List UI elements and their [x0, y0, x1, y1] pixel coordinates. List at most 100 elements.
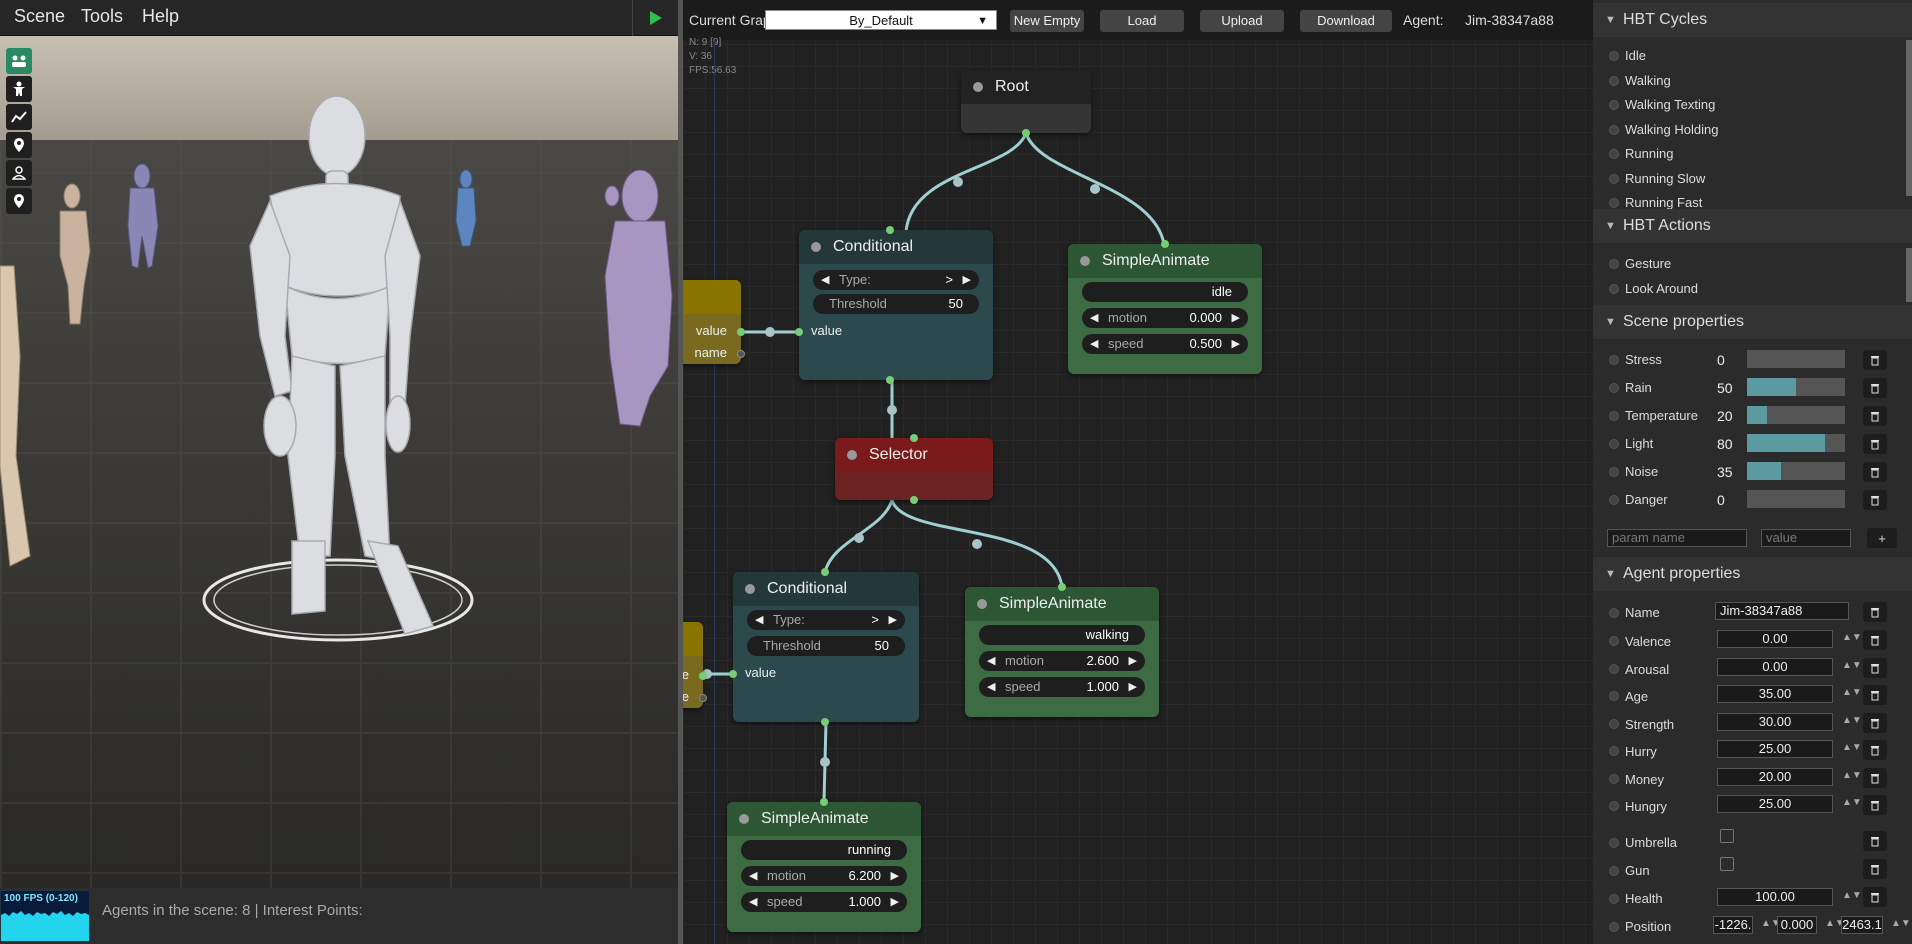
- play-button[interactable]: [632, 0, 678, 36]
- agent-property-input[interactable]: 0.00: [1717, 630, 1833, 648]
- section-scene-properties[interactable]: ▼ Scene properties: [1593, 305, 1912, 339]
- scene-property-slider[interactable]: [1747, 406, 1845, 424]
- radio-button[interactable]: [1609, 801, 1619, 811]
- node-conditional-2[interactable]: Conditional ◀ Type: > ▶ Threshold 50 value: [729, 568, 919, 726]
- position-y-input[interactable]: 0.000: [1777, 916, 1817, 934]
- radio-button[interactable]: [1609, 411, 1619, 421]
- output-port[interactable]: [821, 718, 829, 726]
- delete-button[interactable]: [1863, 434, 1887, 454]
- hbt-cycle-item[interactable]: Walking Texting: [1625, 97, 1715, 112]
- scene-property-slider[interactable]: [1747, 434, 1845, 452]
- hbt-action-item[interactable]: Gesture: [1625, 256, 1671, 271]
- delete-button[interactable]: [1863, 887, 1887, 907]
- hbt-cycle-item[interactable]: Walking Holding: [1625, 122, 1718, 137]
- menu-scene[interactable]: Scene: [14, 6, 65, 27]
- node-param-strength[interactable]: strength value name: [683, 622, 707, 708]
- delete-button[interactable]: [1863, 350, 1887, 370]
- node-param-age[interactable]: age value name: [683, 280, 745, 364]
- section-hbt-cycles[interactable]: ▼ HBT Cycles: [1593, 3, 1912, 37]
- menu-help[interactable]: Help: [142, 6, 179, 27]
- location-tool-button[interactable]: [6, 132, 32, 158]
- output-port[interactable]: [737, 328, 745, 336]
- radio-button[interactable]: [1609, 124, 1619, 135]
- animation-field[interactable]: walking: [979, 625, 1145, 645]
- health-input[interactable]: 100.00: [1717, 888, 1833, 906]
- agent-tool-button[interactable]: [6, 76, 32, 102]
- node-simpleanimate-walking[interactable]: SimpleAnimate walking ◀ motion 2.600 ▶ ◀ spe…: [965, 583, 1159, 717]
- input-port[interactable]: [820, 798, 828, 806]
- user-tool-button[interactable]: [6, 160, 32, 186]
- crowd-tool-button[interactable]: [6, 48, 32, 74]
- node-root[interactable]: Root: [961, 70, 1091, 137]
- path-tool-button[interactable]: [6, 104, 32, 130]
- radio-button[interactable]: [1609, 894, 1619, 904]
- scene-property-slider[interactable]: [1747, 350, 1845, 368]
- speed-slider[interactable]: ◀ speed 0.500 ▶: [1082, 334, 1248, 354]
- radio-button[interactable]: [1609, 691, 1619, 701]
- param-name-input[interactable]: param name: [1607, 529, 1747, 547]
- delete-button[interactable]: [1863, 685, 1887, 705]
- threshold-field[interactable]: Threshold 50: [813, 294, 979, 314]
- agent-property-input[interactable]: 20.00: [1717, 767, 1833, 786]
- radio-button[interactable]: [1609, 173, 1619, 184]
- hbt-cycle-item[interactable]: Running: [1625, 146, 1673, 161]
- radio-button[interactable]: [1609, 663, 1619, 674]
- input-port[interactable]: [821, 568, 829, 576]
- section-hbt-actions[interactable]: ▼ HBT Actions: [1593, 209, 1912, 243]
- motion-slider[interactable]: ◀ motion 6.200 ▶: [741, 866, 907, 886]
- threshold-field[interactable]: Threshold 50: [747, 636, 905, 656]
- spinner-icon[interactable]: ▲▼: [1842, 660, 1862, 671]
- radio-button[interactable]: [1609, 773, 1619, 784]
- radio-button[interactable]: [1609, 495, 1619, 505]
- 3d-scene[interactable]: [0, 36, 678, 944]
- motion-slider[interactable]: ◀ motion 2.600 ▶: [979, 651, 1145, 671]
- delete-button[interactable]: [1863, 462, 1887, 482]
- node-simpleanimate-running[interactable]: SimpleAnimate running ◀ motion 6.200 ▶ ◀ spe…: [727, 798, 921, 932]
- delete-button[interactable]: [1863, 740, 1887, 760]
- spinner-icon[interactable]: ▲▼: [1842, 797, 1862, 808]
- output-port[interactable]: [886, 376, 894, 384]
- output-port[interactable]: [910, 496, 918, 504]
- gun-checkbox[interactable]: [1720, 857, 1734, 871]
- agent-name-input[interactable]: Jim-38347a88: [1715, 602, 1849, 620]
- delete-button[interactable]: [1863, 795, 1887, 815]
- speed-slider[interactable]: ◀ speed 1.000 ▶: [979, 677, 1145, 697]
- spinner-icon[interactable]: ▲▼: [1842, 632, 1862, 643]
- input-port[interactable]: [729, 670, 737, 678]
- animation-field[interactable]: idle: [1082, 282, 1248, 302]
- hbt-cycle-item[interactable]: Running Fast: [1625, 195, 1702, 210]
- radio-button[interactable]: [1609, 866, 1619, 876]
- radio-button[interactable]: [1609, 718, 1619, 729]
- output-port[interactable]: [699, 672, 707, 680]
- position-z-input[interactable]: 2463.1: [1841, 916, 1883, 934]
- radio-button[interactable]: [1609, 75, 1619, 86]
- radio-button[interactable]: [1609, 198, 1619, 208]
- output-port[interactable]: [1022, 129, 1030, 137]
- radio-button[interactable]: [1609, 439, 1619, 449]
- delete-button[interactable]: [1863, 831, 1887, 851]
- radio-button[interactable]: [1609, 149, 1619, 159]
- selected-agent-figure[interactable]: [249, 95, 435, 635]
- spinner-icon[interactable]: ▲▼: [1842, 715, 1862, 726]
- hbt-actions-scrollbar[interactable]: [1906, 248, 1912, 302]
- node-simpleanimate-idle[interactable]: SimpleAnimate idle ◀ motion 0.000 ▶ ◀ speed 0…: [1068, 240, 1262, 374]
- hbt-cycle-item[interactable]: Walking: [1625, 73, 1671, 88]
- section-agent-properties[interactable]: ▼ Agent properties: [1593, 557, 1912, 591]
- spinner-icon[interactable]: ▲▼: [1842, 770, 1862, 781]
- behavior-graph-editor[interactable]: Current Grap By_Default ▼ New Empty Load…: [683, 0, 1593, 944]
- agent-property-input[interactable]: 30.00: [1717, 712, 1833, 731]
- radio-button[interactable]: [1609, 259, 1619, 269]
- agent-property-input[interactable]: 25.00: [1717, 795, 1833, 813]
- agent-property-input[interactable]: 35.00: [1717, 685, 1833, 703]
- agent-property-input[interactable]: 0.00: [1717, 657, 1833, 676]
- radio-button[interactable]: [1609, 51, 1619, 61]
- interest-point-tool-button[interactable]: [6, 188, 32, 214]
- spinner-icon[interactable]: ▲▼: [1891, 918, 1911, 929]
- delete-button[interactable]: [1863, 712, 1887, 733]
- animation-field[interactable]: running: [741, 840, 907, 860]
- node-selector[interactable]: Selector: [835, 434, 993, 504]
- agent-property-input[interactable]: 25.00: [1717, 740, 1833, 758]
- scene-property-slider[interactable]: [1747, 490, 1845, 508]
- delete-button[interactable]: [1863, 767, 1887, 788]
- input-port[interactable]: [1058, 583, 1066, 591]
